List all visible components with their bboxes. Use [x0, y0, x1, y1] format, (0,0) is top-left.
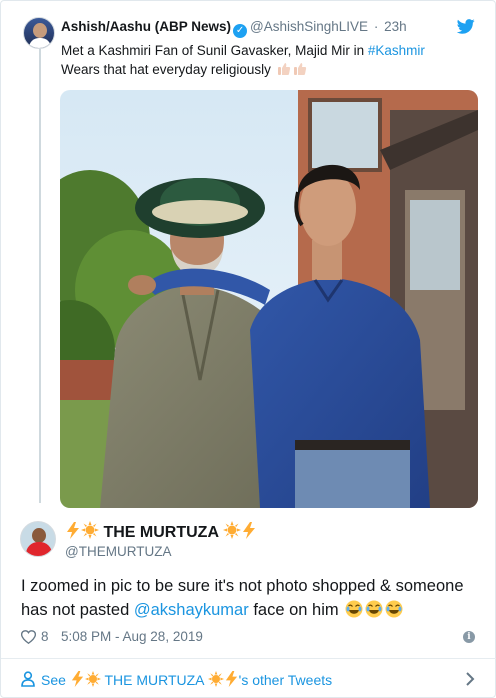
laughing-emoji — [365, 600, 383, 618]
quoted-text-line1: Met a Kashmiri Fan of Sunil Gavasker, Ma… — [61, 43, 365, 58]
lightning-emoji — [71, 671, 83, 687]
sun-emoji — [207, 671, 224, 687]
laughing-emoji — [345, 600, 363, 618]
reply-author-name[interactable]: THE MURTUZA — [103, 524, 218, 541]
reply-author-name-row[interactable]: THE MURTUZA — [65, 521, 257, 542]
sun-emoji — [81, 521, 99, 539]
chevron-right-icon[interactable] — [465, 671, 475, 687]
sun-emoji — [222, 521, 241, 539]
other-tweets-footer[interactable]: See THE MURTUZA 's other Tweets — [1, 659, 496, 698]
info-icon[interactable]: i — [463, 631, 475, 643]
verified-badge-icon: ✓ — [233, 24, 248, 38]
thread-line — [39, 45, 41, 503]
lightning-emoji — [225, 671, 237, 687]
lightning-emoji — [67, 522, 79, 539]
quoted-author-name[interactable]: Ashish/Aashu (ABP News) — [61, 19, 231, 34]
tweet-photo[interactable] — [60, 90, 478, 508]
tweet-meta-row: 8 5:08 PM - Aug 28, 2019 i — [21, 628, 481, 648]
quoted-tweet-text: Met a Kashmiri Fan of Sunil Gavasker, Ma… — [61, 41, 471, 79]
reply-text-after: face on him — [253, 601, 339, 619]
embedded-tweet-card: Ashish/Aashu (ABP News) ✓ @AshishSinghLIVE… — [0, 0, 496, 698]
footer-see-label: See — [41, 672, 66, 688]
quoted-tweet[interactable]: Ashish/Aashu (ABP News) ✓ @AshishSinghLIVE… — [1, 1, 496, 511]
see-other-tweets-link[interactable]: See THE MURTUZA 's other Tweets — [41, 671, 332, 688]
sun-emoji — [84, 671, 101, 687]
reply-author-avatar[interactable] — [20, 521, 56, 557]
reply-tweet-text: I zoomed in pic to be sure it's not phot… — [21, 574, 481, 622]
footer-name: THE MURTUZA — [104, 672, 204, 688]
thumbs-up-emoji — [293, 63, 306, 75]
quoted-tweet-header: Ashish/Aashu (ABP News) ✓ @AshishSinghLIVE… — [61, 19, 407, 38]
thumbs-up-emoji — [277, 63, 290, 75]
mention-link[interactable]: @akshaykumar — [134, 601, 249, 619]
photo-illustration — [60, 90, 478, 508]
laughing-emoji — [385, 600, 403, 618]
quoted-tweet-time[interactable]: 23h — [384, 19, 407, 34]
quoted-text-line2: Wears that hat everyday religiously — [61, 62, 271, 77]
tweet-timestamp[interactable]: 5:08 PM - Aug 28, 2019 — [61, 629, 203, 644]
reply-author-handle[interactable]: @THEMURTUZA — [65, 544, 171, 559]
footer-suffix: 's other Tweets — [238, 672, 333, 688]
heart-icon[interactable] — [21, 630, 36, 644]
quoted-author-handle[interactable]: @AshishSinghLIVE — [250, 19, 368, 34]
twitter-bird-icon[interactable] — [457, 19, 475, 34]
quoted-author-avatar[interactable] — [23, 17, 55, 49]
hashtag-link[interactable]: #Kashmir — [368, 43, 425, 58]
like-count[interactable]: 8 — [41, 629, 49, 644]
separator-dot: · — [373, 19, 379, 34]
lightning-emoji — [242, 522, 255, 539]
person-icon — [21, 671, 35, 687]
